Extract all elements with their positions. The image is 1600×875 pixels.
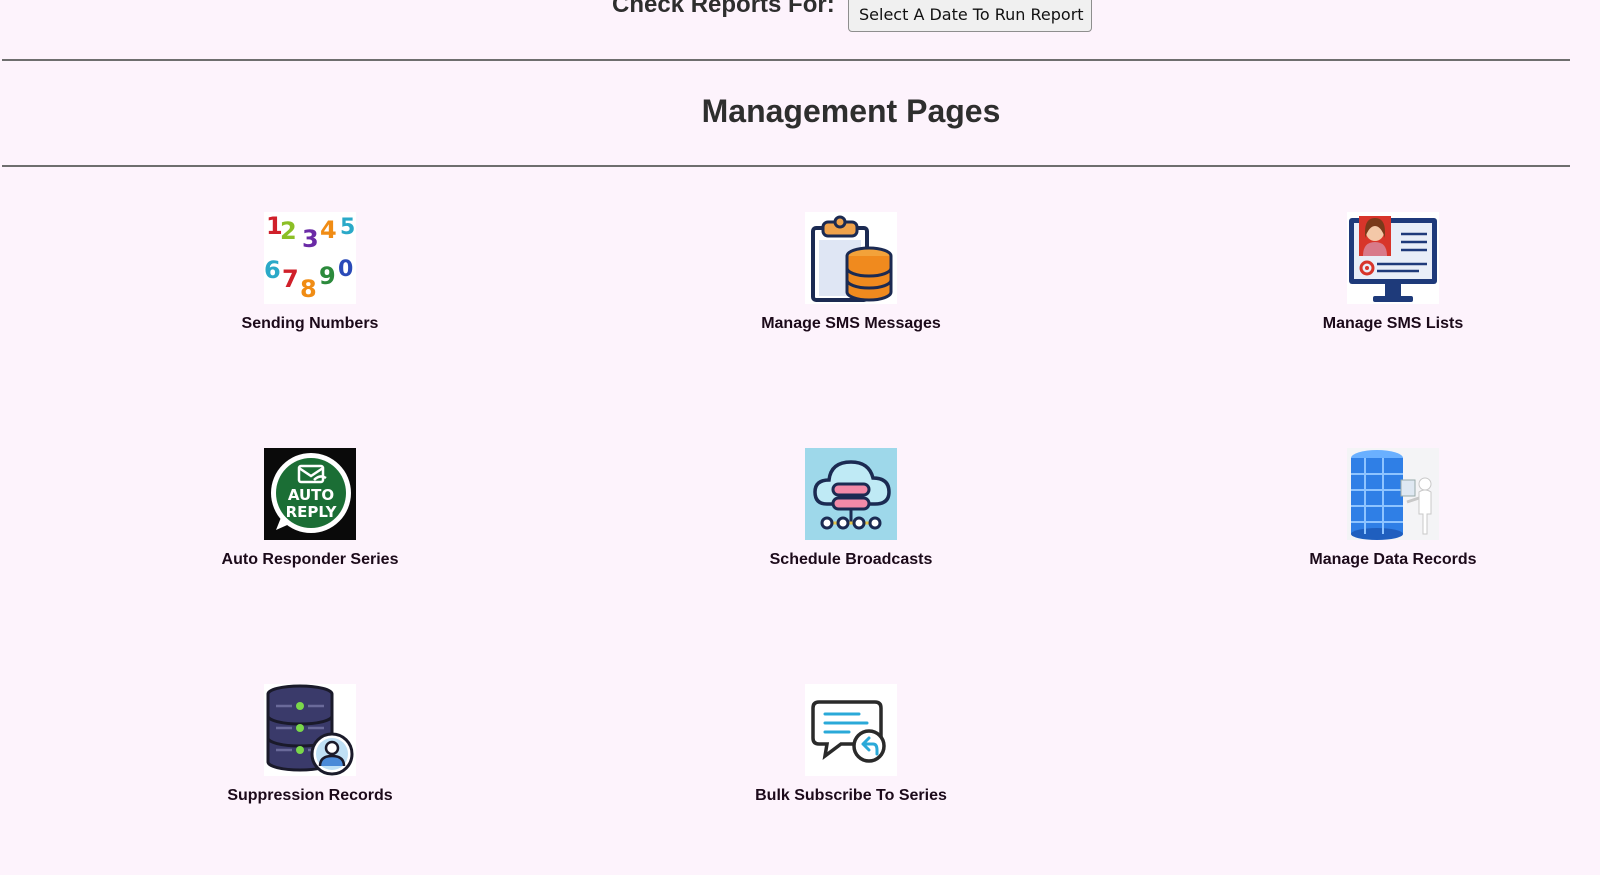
report-date-select[interactable]: Select A Date To Run Report	[848, 0, 1092, 32]
tile-label: Suppression Records	[227, 787, 393, 804]
page: Check Reports For: Select A Date To Run …	[0, 0, 1600, 875]
profile-monitor-icon	[1347, 212, 1439, 304]
tile-manage-sms-messages[interactable]: Manage SMS Messages	[701, 212, 1001, 333]
cloud-server-icon	[805, 448, 897, 540]
tile-label: Manage SMS Messages	[761, 315, 941, 332]
divider-bottom	[2, 165, 1570, 167]
tile-sending-numbers[interactable]: 1 2 3 4 5 6 7 8 9 0 Sending Numbers	[160, 212, 460, 333]
report-date-select-value: Select A Date To Run Report	[859, 4, 1084, 24]
svg-text:4: 4	[320, 216, 337, 244]
tile-label: Auto Responder Series	[221, 551, 399, 568]
auto-reply-icon: AUTO REPLY	[264, 448, 356, 540]
svg-text:3: 3	[302, 225, 319, 253]
database-user-icon	[264, 684, 356, 776]
tile-label: Manage SMS Lists	[1322, 315, 1464, 332]
numbers-icon: 1 2 3 4 5 6 7 8 9 0	[264, 212, 356, 304]
chat-reply-icon	[805, 684, 897, 776]
svg-text:8: 8	[300, 275, 317, 303]
tile-label: Sending Numbers	[241, 315, 379, 332]
divider-top	[2, 59, 1570, 61]
clipboard-database-icon	[805, 212, 897, 304]
tile-auto-responder-series[interactable]: AUTO REPLY Auto Responder Series	[160, 448, 460, 569]
svg-text:9: 9	[319, 262, 336, 290]
report-label: Check Reports For:	[612, 0, 835, 18]
tile-manage-sms-lists[interactable]: Manage SMS Lists	[1243, 212, 1543, 333]
tile-bulk-subscribe-to-series[interactable]: Bulk Subscribe To Series	[701, 684, 1001, 805]
tile-manage-data-records[interactable]: Manage Data Records	[1243, 448, 1543, 569]
tile-label: Manage Data Records	[1309, 551, 1477, 568]
svg-text:6: 6	[264, 256, 281, 284]
tile-label: Bulk Subscribe To Series	[755, 787, 947, 804]
page-title: Management Pages	[701, 93, 1001, 129]
svg-text:5: 5	[340, 215, 355, 240]
svg-text:0: 0	[338, 257, 353, 282]
tile-label: Schedule Broadcasts	[769, 551, 933, 568]
svg-text:REPLY: REPLY	[286, 503, 338, 521]
data-server-icon	[1347, 448, 1439, 540]
svg-text:7: 7	[282, 265, 299, 293]
report-bar: Check Reports For: Select A Date To Run …	[0, 0, 1600, 36]
tile-schedule-broadcasts[interactable]: Schedule Broadcasts	[701, 448, 1001, 569]
tile-suppression-records[interactable]: Suppression Records	[160, 684, 460, 805]
svg-text:2: 2	[280, 217, 297, 245]
svg-text:AUTO: AUTO	[288, 486, 334, 504]
